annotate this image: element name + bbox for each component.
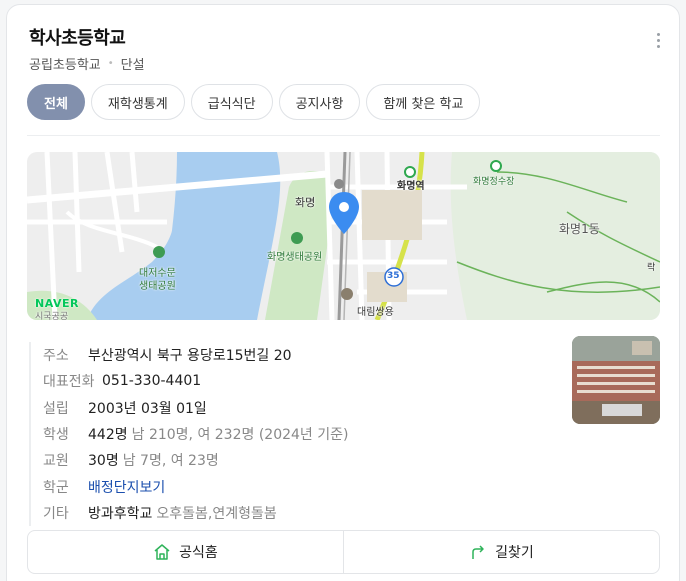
district-link[interactable]: 배정단지보기 [88, 477, 165, 497]
map-label-park: 화명생태공원 [267, 252, 323, 263]
students-value: 442명 [88, 427, 128, 444]
etc-value: 방과후학교 [88, 505, 153, 522]
info-label: 학군 [43, 479, 69, 496]
info-label: 교원 [43, 453, 69, 470]
map-label-daejeo-2: 생태공원 [139, 281, 176, 292]
info-row-founded: 설립 2003년 03월 01일 [43, 395, 559, 421]
map-label-water-plant: 화명정수장 [473, 177, 515, 187]
school-info-list: 주소 부산광역시 북구 용당로15번길 20 대표전화 051-330-4401… [29, 342, 559, 527]
naver-logo: NAVER [35, 297, 79, 310]
map-label-small: 락 [647, 263, 656, 273]
action-bar: 공식홈 길찾기 [27, 530, 660, 574]
map-label-district: 화명1동 [559, 222, 600, 236]
tab-notices[interactable]: 공지사항 [278, 84, 361, 120]
tab-meals[interactable]: 급식식단 [190, 84, 273, 120]
map-label-station: 화명역 [397, 181, 425, 192]
info-row-teachers: 교원 30명 남 7명, 여 23명 [43, 447, 559, 473]
tab-bar: 전체 재학생통계 급식식단 공지사항 함께 찾은 학교 [27, 84, 481, 120]
homepage-button[interactable]: 공식홈 [28, 531, 343, 573]
homepage-label: 공식홈 [179, 545, 218, 561]
separator-dot: • [107, 58, 114, 69]
info-label: 주소 [43, 348, 69, 365]
students-breakdown: 남 210명, 여 232명 (2024년 기준) [131, 427, 349, 444]
school-meta: 공립초등학교 • 단설 [29, 54, 145, 73]
more-vertical-icon[interactable] [657, 33, 661, 48]
teachers-breakdown: 남 7명, 여 23명 [122, 453, 219, 470]
founded-value: 2003년 03월 01일 [88, 400, 207, 417]
tab-student-stats[interactable]: 재학생통계 [90, 84, 185, 120]
home-icon [154, 544, 170, 560]
map-label-bottom-left: 시국공공 [35, 312, 69, 320]
map-label-route: 35 [387, 271, 400, 281]
tab-all[interactable]: 전체 [27, 84, 85, 120]
directions-label: 길찾기 [495, 545, 534, 561]
etc-extra: 오후돌봄,연계형돌봄 [156, 505, 277, 522]
info-label: 대표전화 [43, 374, 95, 391]
info-row-students: 학생 442명 남 210명, 여 232명 (2024년 기준) [43, 421, 559, 447]
school-type: 공립초등학교 [29, 58, 101, 73]
map-label-store: 대림쌍용 [357, 307, 394, 318]
info-row-etc: 기타 방과후학교 오후돌봄,연계형돌봄 [43, 500, 559, 526]
directions-button[interactable]: 길찾기 [343, 531, 659, 573]
address-value[interactable]: 부산광역시 북구 용당로15번길 20 [88, 345, 292, 365]
directions-icon [472, 545, 484, 559]
info-label: 기타 [43, 505, 69, 522]
school-photo[interactable] [572, 336, 660, 424]
map-label-station-left: 화명 [295, 196, 316, 209]
info-row-address: 주소 부산광역시 북구 용당로15번길 20 [43, 342, 559, 368]
location-map[interactable]: 화명역 화명 화명정수장 화명1동 화명생태공원 대저수문 생태공원 35 대림… [27, 152, 660, 320]
phone-value[interactable]: 051-330-4401 [102, 373, 201, 389]
info-row-phone: 대표전화 051-330-4401 [43, 368, 559, 394]
info-label: 학생 [43, 427, 69, 444]
tab-related-schools[interactable]: 함께 찾은 학교 [366, 84, 481, 120]
divider [27, 135, 660, 136]
info-label: 설립 [43, 400, 69, 417]
school-gender: 단설 [120, 58, 145, 73]
school-card: 학사초등학교 공립초등학교 • 단설 전체 재학생통계 급식식단 공지사항 함께… [6, 4, 680, 581]
school-name[interactable]: 학사초등학교 [29, 24, 126, 50]
teachers-value: 30명 [88, 453, 119, 470]
info-row-district: 학군 배정단지보기 [43, 473, 559, 499]
